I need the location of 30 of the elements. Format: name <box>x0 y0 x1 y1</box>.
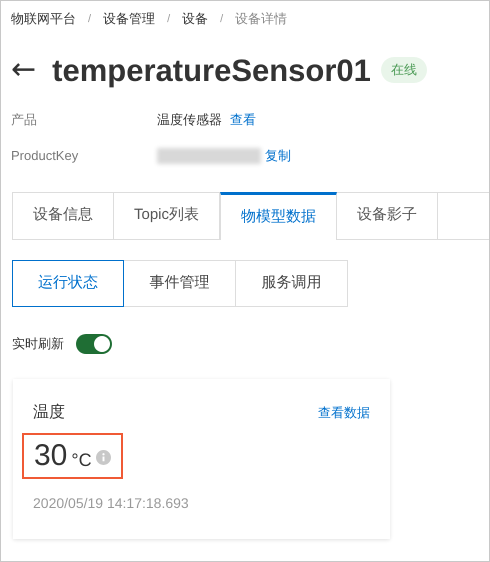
tab[interactable]: 物模型数据 <box>220 192 338 240</box>
breadcrumb-link[interactable]: 设备管理 <box>103 9 156 28</box>
refresh-toggle[interactable] <box>76 334 112 354</box>
device-title: temperatureSensor01 <box>52 54 371 86</box>
tab[interactable] <box>438 192 489 240</box>
property-value: 30 <box>34 438 68 474</box>
unit-label: °C <box>71 448 92 472</box>
sub-tab[interactable]: 事件管理 <box>124 260 236 306</box>
toggle-label: 实时刷新 <box>12 334 64 353</box>
back-button[interactable]: ← <box>11 55 36 85</box>
tab[interactable]: 设备信息 <box>12 192 114 240</box>
sub-tab[interactable]: 服务调用 <box>236 260 348 306</box>
property-name: 温度 <box>33 402 65 422</box>
sub-tab[interactable]: 运行状态 <box>12 260 124 306</box>
timestamp: 2020/05/19 14:17:18.693 <box>33 494 190 512</box>
breadcrumb-link[interactable]: 设备详情 <box>235 9 288 28</box>
action-link[interactable]: 复制 <box>265 146 291 166</box>
field-label: 产品 <box>11 110 38 128</box>
breadcrumb-link[interactable]: 物联网平台 <box>11 9 76 28</box>
info-icon[interactable] <box>96 450 111 464</box>
action-link[interactable]: 查看 <box>230 110 256 129</box>
tab[interactable]: 设备影子 <box>337 192 438 240</box>
breadcrumb-separator: / <box>88 12 92 26</box>
field-label: ProductKey <box>11 147 80 165</box>
breadcrumb-separator: / <box>220 12 224 26</box>
view-data-link[interactable]: 查看数据 <box>318 402 370 422</box>
breadcrumb-separator: / <box>167 12 170 26</box>
status-badge: 在线 <box>380 57 427 83</box>
breadcrumb-link[interactable]: 设备 <box>182 9 208 28</box>
field-value: 温度传感器 <box>157 110 222 128</box>
